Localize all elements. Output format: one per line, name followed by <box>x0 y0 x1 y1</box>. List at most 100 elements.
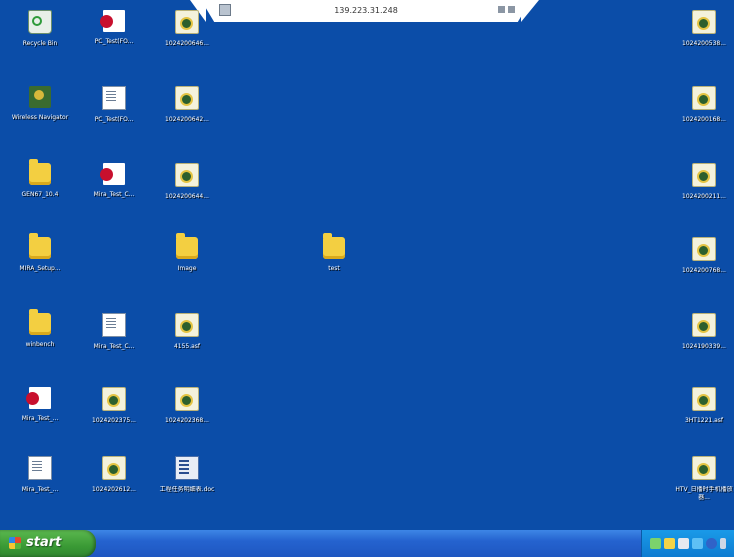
desktop-icon-media-1024202375[interactable]: 1024202375... <box>84 387 144 425</box>
icon-label: Mira_Test_... <box>21 415 59 422</box>
icon-label: PC_Test(FO... <box>94 116 134 123</box>
icon-label: 1024200211... <box>682 193 726 200</box>
remote-connection-bar[interactable]: 139.223.31.248 <box>201 0 531 22</box>
media-file-icon <box>692 456 716 480</box>
system-tray <box>641 530 734 557</box>
media-file-icon <box>102 456 126 480</box>
input-method-icon[interactable] <box>692 538 703 549</box>
desktop-icon-htv-player[interactable]: HTV_日播时手机播放器... <box>674 456 734 502</box>
taskbar: start <box>0 530 734 557</box>
icon-label: 1024202375... <box>92 417 136 424</box>
icon-label: HTV_日播时手机播放器... <box>675 486 733 501</box>
desktop-icon-winbench-folder[interactable]: winbench <box>10 309 70 349</box>
media-file-icon <box>175 313 199 337</box>
recycle-bin-icon <box>28 10 52 34</box>
desktop-icon-3ht1221-asf[interactable]: 3HT1221.asf <box>674 387 734 425</box>
icon-label: Mira_Test_... <box>21 486 59 493</box>
restore-icon[interactable] <box>508 6 515 13</box>
icon-label: 1024200644... <box>165 193 209 200</box>
desktop-icon-pc-test-doc[interactable]: PC_Test(FO... <box>84 86 144 124</box>
desktop-icon-pc-test-pdf[interactable]: PC_Test(FO... <box>84 10 144 46</box>
desktop-icon-media-1024200211[interactable]: 1024200211... <box>674 163 734 201</box>
icon-label: Mira_Test_C... <box>93 343 135 350</box>
icon-label: 3HT1221.asf <box>684 417 724 424</box>
document-icon <box>102 313 126 337</box>
pdf-file-icon <box>100 10 125 32</box>
icon-label: 1024200538... <box>682 40 726 47</box>
icon-label: winbench <box>25 341 55 348</box>
media-file-icon <box>692 86 716 110</box>
desktop-icon-media-1024200768[interactable]: 1024200768... <box>674 237 734 275</box>
pdf-file-icon <box>100 163 125 185</box>
media-file-icon <box>692 313 716 337</box>
navigator-icon <box>29 86 51 108</box>
folder-icon <box>29 309 51 335</box>
desktop-icon-recycle-bin[interactable]: Recycle Bin <box>10 10 70 48</box>
icon-label: 4155.asf <box>173 343 201 350</box>
desktop-icon-media-1024200642[interactable]: 1024200642... <box>157 86 217 124</box>
icon-label: 1024200768... <box>682 267 726 274</box>
media-file-icon <box>175 10 199 34</box>
desktop-icon-media-1024202612[interactable]: 1024202612... <box>84 456 144 494</box>
desktop-icon-media-1024190339[interactable]: 1024190339... <box>674 313 734 351</box>
icon-label: 工程任务明细表.doc <box>159 486 215 493</box>
desktop-icon-chinese-doc[interactable]: 工程任务明细表.doc <box>157 456 217 494</box>
desktop-icon-gen67-folder[interactable]: GEN67_10.4 <box>10 159 70 199</box>
icon-label: 1024200642... <box>165 116 209 123</box>
icon-label: Image <box>177 265 197 272</box>
icon-label: MIRA_Setup... <box>19 265 61 272</box>
pdf-file-icon <box>26 387 51 409</box>
desktop-icon-mira-test-pdf[interactable]: Mira_Test_... <box>10 387 70 423</box>
start-button[interactable]: start <box>0 530 96 557</box>
icon-label: 1024200646... <box>165 40 209 47</box>
folder-icon <box>29 233 51 259</box>
icon-label: Recycle Bin <box>22 40 58 47</box>
media-file-icon <box>175 86 199 110</box>
desktop-icon-media-1024200168[interactable]: 1024200168... <box>674 86 734 124</box>
desktop-icon-media-1024200538[interactable]: 1024200538... <box>674 10 734 48</box>
icon-label: PC_Test(FO... <box>94 38 134 45</box>
desktop-icon-mira-test-doc[interactable]: Mira_Test_... <box>10 456 70 494</box>
desktop-icon-4155-asf[interactable]: 4155.asf <box>157 313 217 351</box>
media-file-icon <box>692 10 716 34</box>
start-label: start <box>26 535 62 550</box>
windows-flag-icon <box>9 537 21 549</box>
folder-icon <box>323 233 345 259</box>
desktop-icon-image-folder[interactable]: Image <box>157 233 217 273</box>
media-file-icon <box>692 237 716 261</box>
network-icon[interactable] <box>650 538 661 549</box>
media-file-icon <box>692 387 716 411</box>
remote-host-label: 139.223.31.248 <box>334 6 398 15</box>
tray-app-icon[interactable] <box>664 538 675 549</box>
media-file-icon <box>102 387 126 411</box>
document-icon <box>28 456 52 480</box>
folder-icon <box>176 233 198 259</box>
folder-icon <box>29 159 51 185</box>
media-file-icon <box>692 163 716 187</box>
minimize-icon[interactable] <box>498 6 505 13</box>
icon-label: 1024202612... <box>92 486 136 493</box>
icon-label: Wireless Navigator <box>11 114 69 121</box>
media-file-icon <box>175 387 199 411</box>
desktop: 139.223.31.248 Recycle Bin Wireless Navi… <box>0 0 734 530</box>
volume-icon[interactable] <box>678 538 689 549</box>
icon-label: 1024202368... <box>165 417 209 424</box>
desktop-icon-test-folder[interactable]: test <box>304 233 364 273</box>
desktop-icon-mira-setup-folder[interactable]: MIRA_Setup... <box>10 233 70 273</box>
document-icon <box>102 86 126 110</box>
icon-label: Mira_Test_C... <box>93 191 135 198</box>
icon-label: 1024200168... <box>682 116 726 123</box>
desktop-icon-mira-test-c-doc[interactable]: Mira_Test_C... <box>84 313 144 351</box>
desktop-icon-media-1024200644[interactable]: 1024200644... <box>157 163 217 201</box>
desktop-icon-media-1024200646[interactable]: 1024200646... <box>157 10 217 48</box>
icon-label: GEN67_10.4 <box>21 191 59 198</box>
messenger-icon[interactable] <box>706 538 717 549</box>
desktop-icon-wireless-navigator[interactable]: Wireless Navigator <box>10 86 70 122</box>
tray-overflow-icon[interactable] <box>720 538 726 549</box>
desktop-icon-mira-test-c-pdf[interactable]: Mira_Test_C... <box>84 163 144 199</box>
word-document-icon <box>175 456 199 480</box>
desktop-icon-media-1024202368[interactable]: 1024202368... <box>157 387 217 425</box>
media-file-icon <box>175 163 199 187</box>
icon-label: 1024190339... <box>682 343 726 350</box>
icon-label: test <box>328 265 340 272</box>
